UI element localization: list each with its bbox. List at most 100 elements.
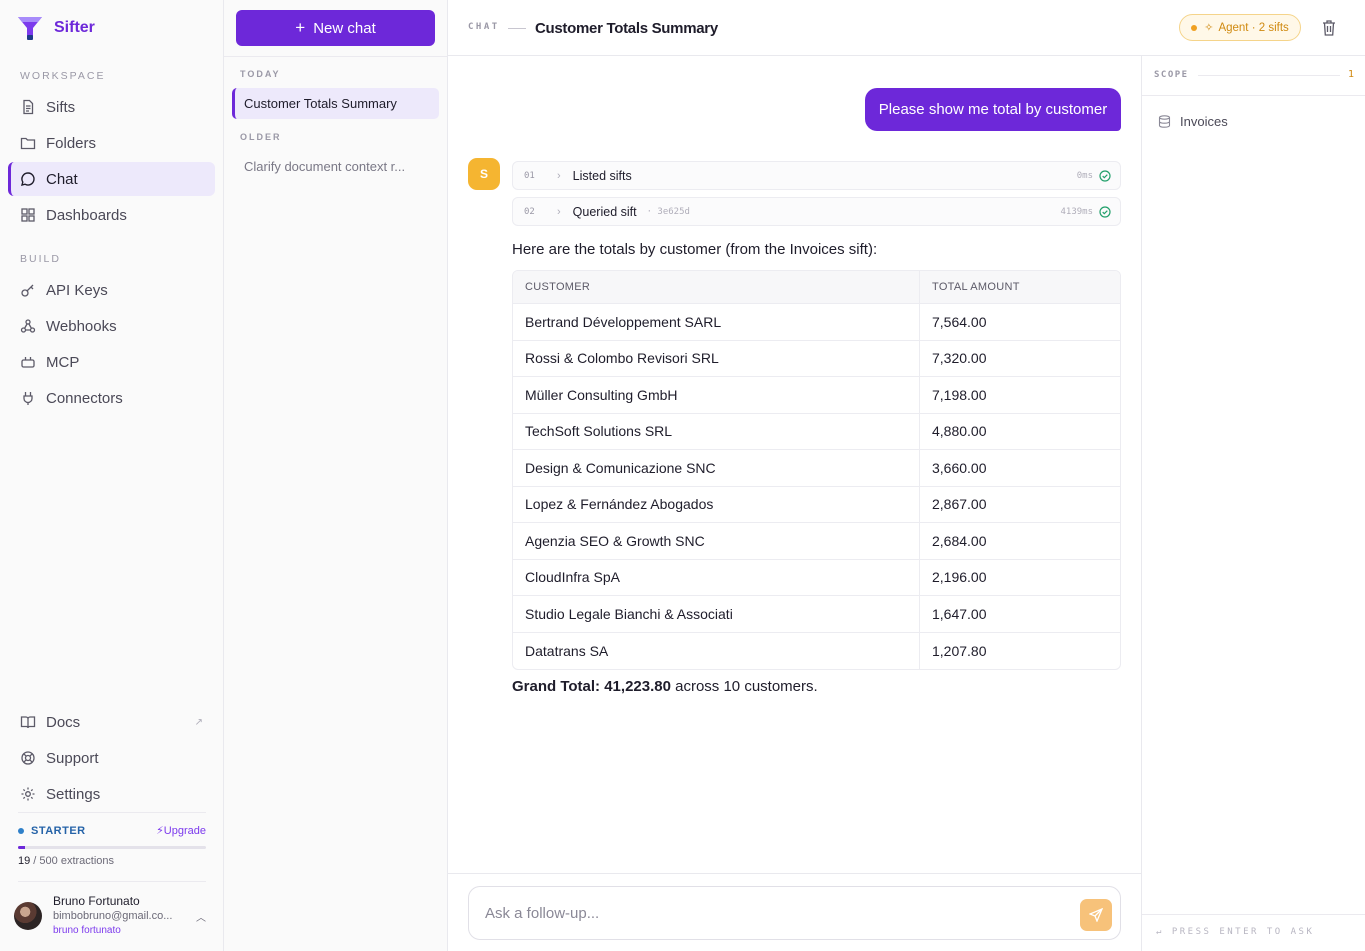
send-button[interactable] bbox=[1080, 899, 1112, 931]
table-row: TechSoft Solutions SRL 4,880.00 bbox=[513, 413, 1120, 450]
tool-step[interactable]: 01 › Listed sifts 0ms bbox=[512, 161, 1121, 190]
page-title: Customer Totals Summary bbox=[535, 20, 718, 37]
table-row: Design & Comunicazione SNC 3,660.00 bbox=[513, 450, 1120, 487]
scope-item-label: Invoices bbox=[1180, 114, 1228, 129]
status-dot bbox=[1191, 24, 1198, 31]
sidebar: Sifter WORKSPACE Sifts Folders Chat Dash… bbox=[0, 0, 224, 951]
sidebar-item-label: Sifts bbox=[46, 98, 76, 116]
sidebar-item-label: Settings bbox=[46, 785, 101, 803]
grand-total: Grand Total: 41,223.80 across 10 custome… bbox=[512, 678, 818, 695]
sidebar-item-docs[interactable]: Docs ↗ bbox=[8, 705, 215, 739]
table-row: CloudInfra SpA 2,196.00 bbox=[513, 559, 1120, 596]
build-section-label: BUILD bbox=[20, 253, 61, 265]
avatar bbox=[14, 902, 42, 930]
customer-cell: Studio Legale Bianchi & Associati bbox=[513, 596, 920, 633]
plug-icon bbox=[23, 392, 33, 405]
customer-cell: Datatrans SA bbox=[513, 632, 920, 669]
scope-item-invoices[interactable]: Invoices bbox=[1158, 114, 1228, 129]
user-handle: bruno fortunato bbox=[53, 925, 121, 936]
sidebar-item-label: API Keys bbox=[46, 281, 108, 299]
step-label: Queried sift bbox=[572, 204, 637, 219]
key-icon bbox=[21, 284, 34, 297]
total-amount-cell: 2,196.00 bbox=[920, 560, 1120, 596]
table-row: Rossi & Colombo Revisori SRL 7,320.00 bbox=[513, 340, 1120, 377]
upgrade-link[interactable]: ⚡Upgrade bbox=[156, 824, 206, 837]
usage-progress-bar bbox=[18, 846, 206, 849]
lifebuoy-icon bbox=[21, 751, 35, 765]
user-menu[interactable]: Bruno Fortunato bimbobruno@gmail.co... b… bbox=[14, 893, 210, 941]
sidebar-item-settings[interactable]: Settings bbox=[8, 777, 215, 811]
enter-hint: ↵ PRESS ENTER TO ASK bbox=[1156, 927, 1315, 937]
book-icon bbox=[20, 716, 36, 729]
plan-row: STARTER ⚡Upgrade bbox=[18, 824, 206, 837]
grand-total-value: Grand Total: 41,223.80 bbox=[512, 678, 671, 695]
step-duration: 0ms bbox=[1076, 170, 1093, 181]
upgrade-label: Upgrade bbox=[163, 825, 206, 837]
table-row: Studio Legale Bianchi & Associati 1,647.0… bbox=[513, 596, 1120, 633]
step-number: 01 bbox=[524, 170, 535, 181]
step-tag: · 3e625d bbox=[646, 206, 690, 217]
user-message-text: Please show me total by customer bbox=[878, 101, 1108, 118]
usage-text: 19 / 500 extractions bbox=[18, 855, 114, 867]
sidebar-item-support[interactable]: Support bbox=[8, 741, 215, 775]
sidebar-item-api-keys[interactable]: API Keys bbox=[8, 273, 215, 307]
chat-header: CHAT Customer Totals Summary ✧ Agent · 2… bbox=[448, 0, 1365, 56]
chat-item[interactable]: Customer Totals Summary bbox=[232, 88, 439, 119]
chat-item[interactable]: Clarify document context r... bbox=[232, 151, 439, 182]
total-amount-cell: 3,660.00 bbox=[920, 450, 1120, 487]
chevron-right-icon: › bbox=[557, 205, 561, 218]
table-row: Müller Consulting GmbH 7,198.00 bbox=[513, 377, 1120, 414]
step-duration: 4139ms bbox=[1060, 206, 1093, 217]
sidebar-item-label: Webhooks bbox=[46, 317, 117, 335]
divider bbox=[1142, 914, 1365, 915]
scope-label: SCOPE bbox=[1154, 70, 1189, 80]
scope-count: 1 bbox=[1348, 69, 1355, 80]
divider bbox=[448, 873, 1141, 874]
assistant-avatar: S bbox=[468, 158, 500, 190]
total-amount-cell: 7,564.00 bbox=[920, 304, 1120, 341]
grand-total-suffix: across 10 customers. bbox=[670, 678, 818, 695]
sidebar-item-dashboards[interactable]: Dashboards bbox=[8, 198, 215, 232]
customer-cell: Agenzia SEO & Growth SNC bbox=[513, 523, 920, 560]
step-label: Listed sifts bbox=[572, 168, 632, 183]
customer-cell: Lopez & Fernández Abogados bbox=[513, 486, 920, 523]
plan-badge: STARTER bbox=[18, 825, 86, 837]
agent-badge[interactable]: ✧ Agent · 2 sifts bbox=[1179, 14, 1301, 41]
sidebar-item-webhooks[interactable]: Webhooks bbox=[8, 309, 215, 343]
customer-cell: Design & Comunicazione SNC bbox=[513, 450, 920, 487]
divider bbox=[18, 881, 206, 882]
total-amount-cell: 1,647.00 bbox=[920, 596, 1120, 633]
customer-cell: TechSoft Solutions SRL bbox=[513, 413, 920, 450]
user-message: Please show me total by customer bbox=[865, 88, 1121, 131]
sidebar-item-sifts[interactable]: Sifts bbox=[8, 90, 215, 124]
chat-item-title: Customer Totals Summary bbox=[244, 96, 397, 111]
assistant-initial: S bbox=[479, 167, 488, 181]
tool-step[interactable]: 02 › Queried sift · 3e625d 4139ms bbox=[512, 197, 1121, 226]
column-header-total: TOTAL AMOUNT bbox=[920, 271, 1120, 304]
webhook-icon bbox=[20, 319, 36, 333]
customer-cell: Müller Consulting GmbH bbox=[513, 377, 920, 414]
sidebar-item-chat[interactable]: Chat bbox=[8, 162, 215, 196]
chevron-up-icon: ︿ bbox=[196, 913, 206, 924]
sidebar-item-folders[interactable]: Folders bbox=[8, 126, 215, 160]
new-chat-label: New chat bbox=[313, 19, 376, 37]
breadcrumb: CHAT bbox=[468, 22, 500, 32]
total-amount-cell: 4,880.00 bbox=[920, 414, 1120, 450]
brand[interactable]: Sifter bbox=[16, 14, 95, 42]
chat-item-title: Clarify document context r... bbox=[244, 159, 406, 174]
divider bbox=[18, 812, 206, 813]
step-number: 02 bbox=[524, 206, 535, 217]
divider bbox=[224, 56, 448, 57]
total-amount-cell: 7,198.00 bbox=[920, 377, 1120, 414]
follow-up-input[interactable] bbox=[485, 903, 1065, 923]
sidebar-item-mcp[interactable]: MCP bbox=[8, 345, 215, 379]
table-row: Bertrand Développement SARL 7,564.00 bbox=[513, 304, 1120, 341]
send-icon bbox=[1089, 908, 1103, 922]
total-amount-cell: 7,320.00 bbox=[920, 341, 1120, 377]
new-chat-button[interactable]: + New chat bbox=[236, 10, 435, 46]
sidebar-item-label: MCP bbox=[46, 353, 80, 371]
sidebar-item-connectors[interactable]: Connectors bbox=[8, 381, 215, 415]
sidebar-item-label: Folders bbox=[46, 134, 97, 152]
trash-icon[interactable] bbox=[1321, 19, 1337, 37]
usage-limit: / 500 extractions bbox=[30, 855, 115, 867]
